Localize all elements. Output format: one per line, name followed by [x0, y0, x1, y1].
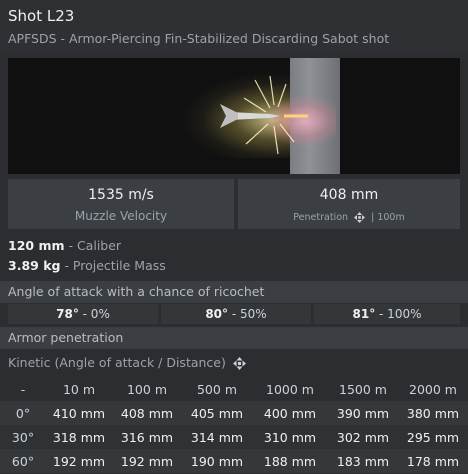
ricochet-row: 78° - 0% 80° - 50% 81° - 100% — [0, 304, 468, 324]
ricochet-cell: 81° - 100% — [314, 304, 460, 324]
penetration-distance: | 100m — [371, 212, 405, 223]
penetration-value: 408 mm — [319, 187, 379, 203]
table-cell: 405 mm — [190, 405, 244, 421]
ricochet-section-title: Angle of attack with a chance of ricoche… — [8, 284, 265, 299]
caliber-row: 120 mm - Caliber — [8, 238, 121, 253]
caliber-value: 120 mm — [8, 238, 65, 253]
ricochet-chance: - 50% — [228, 307, 267, 321]
ricochet-chance: - 100% — [375, 307, 422, 321]
table-row: 60° 192 mm 192 mm 190 mm 188 mm 183 mm 1… — [0, 449, 468, 473]
table-cell: 302 mm — [336, 429, 390, 445]
projectile-illustration — [220, 75, 308, 155]
table-cell: 316 mm — [120, 429, 174, 445]
table-cell: 390 mm — [336, 405, 390, 421]
distance-header: 2000 m — [409, 381, 457, 397]
table-row: 0° 410 mm 408 mm 405 mm 400 mm 390 mm 38… — [0, 401, 468, 425]
ricochet-chance: - 0% — [78, 307, 110, 321]
table-row: 30° 318 mm 316 mm 314 mm 310 mm 302 mm 2… — [0, 425, 468, 449]
table-corner: - — [20, 381, 26, 397]
distance-header: 1000 m — [266, 381, 314, 397]
move-arrows-icon — [354, 212, 366, 223]
ricochet-cell: 80° - 50% — [161, 304, 311, 324]
penetration-card: 408 mm Penetration | 100m — [238, 179, 460, 229]
table-header-row: - 10 m 100 m 500 m 1000 m 1500 m 2000 m — [0, 377, 468, 401]
penetration-label-row: Penetration | 100m — [238, 212, 460, 223]
caliber-label: - Caliber — [64, 238, 122, 253]
distance-header: 100 m — [126, 381, 167, 397]
table-cell: 410 mm — [52, 405, 106, 421]
distance-header: 10 m — [62, 381, 96, 397]
table-cell: 314 mm — [190, 429, 244, 445]
header: Shot L23 APFSDS - Armor-Piercing Fin-Sta… — [0, 0, 468, 52]
table-cell: 310 mm — [263, 429, 317, 445]
table-cell: 400 mm — [263, 405, 317, 421]
kinetic-label-row: Kinetic (Angle of attack / Distance) — [8, 355, 249, 370]
ricochet-angle: 80° — [205, 307, 229, 321]
shot-impact-preview — [8, 58, 460, 174]
mass-value: 3.89 kg — [8, 258, 61, 273]
shell-subtitle: APFSDS - Armor-Piercing Fin-Stabilized D… — [8, 31, 390, 46]
angle-header: 30° — [11, 429, 35, 445]
muzzle-velocity-value: 1535 m/s — [88, 187, 154, 203]
table-cell: 380 mm — [406, 405, 460, 421]
penetration-label: Penetration — [293, 212, 349, 223]
distance-header: 1500 m — [339, 381, 387, 397]
ricochet-angle: 81° — [352, 307, 376, 321]
muzzle-velocity-card: 1535 m/s Muzzle Velocity — [8, 179, 234, 229]
muzzle-velocity-label: Muzzle Velocity — [74, 209, 168, 223]
table-cell: 192 mm — [120, 453, 174, 469]
angle-header: 60° — [11, 453, 35, 469]
kinetic-label: Kinetic (Angle of attack / Distance) — [8, 355, 226, 370]
ricochet-section-header: Angle of attack with a chance of ricoche… — [0, 281, 468, 303]
table-cell: 192 mm — [52, 453, 106, 469]
angle-header: 0° — [15, 405, 31, 421]
mass-row: 3.89 kg - Projectile Mass — [8, 258, 166, 273]
move-arrows-icon — [232, 357, 246, 370]
table-cell: 183 mm — [336, 453, 390, 469]
mass-label: - Projectile Mass — [60, 258, 166, 273]
table-cell: 190 mm — [190, 453, 244, 469]
table-cell: 188 mm — [263, 453, 317, 469]
armor-section-header: Armor penetration — [0, 327, 468, 349]
armor-section-title: Armor penetration — [8, 330, 124, 345]
table-cell: 178 mm — [406, 453, 460, 469]
table-cell: 295 mm — [406, 429, 460, 445]
table-cell: 408 mm — [120, 405, 174, 421]
table-cell: 318 mm — [52, 429, 106, 445]
shell-title: Shot L23 — [8, 7, 75, 25]
ricochet-angle: 78° — [56, 307, 79, 321]
ricochet-cell: 78° - 0% — [8, 304, 158, 324]
penetration-table: - 10 m 100 m 500 m 1000 m 1500 m 2000 m … — [0, 377, 468, 473]
distance-header: 500 m — [196, 381, 237, 397]
